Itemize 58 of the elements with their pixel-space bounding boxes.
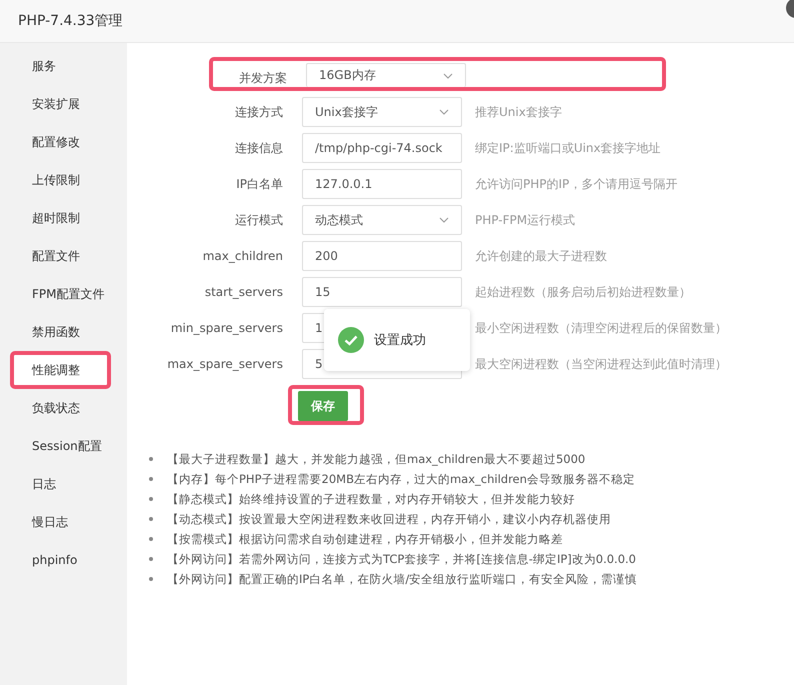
sidebar-item[interactable]: 上传限制 (0, 161, 127, 199)
bullet-icon (149, 497, 153, 501)
note-text: 【按需模式】根据访问需求自动创建进程，内存开销极小，但并发能力略差 (167, 532, 563, 546)
field-hint: PHP-FPM运行模式 (475, 212, 576, 228)
sidebar-item[interactable]: 日志 (0, 465, 127, 503)
bullet-icon (149, 457, 153, 461)
caret-icon (443, 72, 453, 78)
success-check-icon (338, 327, 364, 353)
bullet-icon (149, 477, 153, 481)
input-field[interactable]: /tmp/php-cgi-74.sock (302, 133, 462, 163)
sidebar-item[interactable]: FPM配置文件 (0, 275, 127, 313)
note-text: 【最大子进程数量】越大，并发能力越强，但max_children最大不要超过5000 (167, 452, 586, 466)
select-field[interactable]: Unix套接字 (302, 97, 462, 127)
note-text: 【外网访问】配置正确的IP白名单，在防火墙/安全组放行监听端口，有安全风险，需谨慎 (167, 572, 638, 586)
sidebar-item[interactable]: 安装扩展 (0, 85, 127, 123)
select-field[interactable]: 动态模式 (302, 205, 462, 235)
sidebar-item[interactable]: phpinfo (0, 541, 127, 579)
sidebar-item[interactable]: 负载状态 (0, 389, 127, 427)
field-hint: 最大空闲进程数（当空闲进程达到此值时清理） (475, 356, 727, 372)
sidebar-item[interactable]: 配置修改 (0, 123, 127, 161)
sidebar-item[interactable]: 禁用函数 (0, 313, 127, 351)
field-label: 运行模式 (234, 212, 284, 228)
sidebar-item[interactable]: 性能调整 (10, 351, 111, 389)
field-label: max_children (202, 249, 284, 263)
input-field[interactable]: 127.0.0.1 (302, 169, 462, 199)
note-text: 【内存】每个PHP子进程需要20MB左右内存，过大的max_children会导致服务器不稳定 (167, 472, 635, 486)
field-label: start_servers (204, 285, 284, 299)
field-label: max_spare_servers (166, 357, 284, 371)
field-hint: 允许创建的最大子进程数 (475, 248, 607, 264)
toast-message: 设置成功 (374, 332, 426, 349)
note-text: 【静态模式】始终维持设置的子进程数量，对内存开销较大，但并发能力较好 (167, 492, 575, 506)
sidebar-item[interactable]: 慢日志 (0, 503, 127, 541)
field-label: 连接信息 (234, 140, 284, 156)
input-field[interactable]: 200 (302, 241, 462, 271)
bullet-icon (149, 557, 153, 561)
field-hint: 绑定IP:监听端口或Uinx套接字地址 (475, 140, 661, 156)
select-field[interactable]: 16GB内存 (306, 63, 466, 87)
field-label: min_spare_servers (170, 321, 284, 335)
field-hint: 起始进程数（服务启动后初始进程数量） (475, 284, 691, 300)
sidebar-item[interactable]: 服务 (0, 47, 127, 85)
bullet-icon (149, 517, 153, 521)
field-label: IP白名单 (235, 176, 284, 192)
window-title: PHP-7.4.33管理 (17, 12, 123, 30)
field-label: 并发方案 (238, 70, 288, 87)
note-text: 【外网访问】若需外网访问，连接方式为TCP套接字，并将[连接信息-绑定IP]改为0.0.0.0 (167, 552, 636, 566)
note-text: 【动态模式】按设置最大空闲进程数来收回进程，内存开销小，建议小内存机器使用 (167, 512, 611, 526)
field-label: 连接方式 (234, 104, 284, 120)
field-hint: 允许访问PHP的IP，多个请用逗号隔开 (475, 176, 678, 192)
sidebar-item[interactable]: 配置文件 (0, 237, 127, 275)
caret-icon (439, 109, 449, 115)
input-field[interactable]: 15 (302, 277, 462, 307)
sidebar-item[interactable]: Session配置 (0, 427, 127, 465)
field-hint: 最小空闲进程数（清理空闲进程后的保留数量） (475, 320, 727, 336)
caret-icon (439, 217, 449, 223)
bullet-icon (149, 577, 153, 581)
sidebar-item[interactable]: 超时限制 (0, 199, 127, 237)
bullet-icon (149, 537, 153, 541)
field-hint: 推荐Unix套接字 (475, 104, 562, 120)
